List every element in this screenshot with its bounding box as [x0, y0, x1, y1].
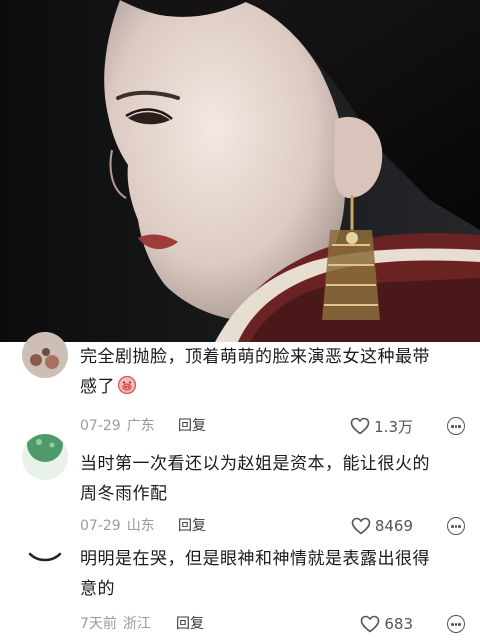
comment-text-line: 明明是在哭，但是眼神和神情就是表露出很得: [80, 549, 430, 569]
pig-face-emoji-icon: [117, 375, 137, 395]
comment-location: 浙江: [122, 616, 151, 632]
comment-text-line: 当时第一次看还以为赵姐是资本，能让很火的: [80, 454, 430, 474]
comment-date: 7天前: [80, 616, 117, 632]
video-frame-image[interactable]: [0, 0, 480, 342]
comment-text-line: 周冬雨作配: [80, 484, 168, 504]
heart-outline-icon: [350, 417, 370, 435]
comment-text: 明明是在哭，但是眼神和神情就是表露出很得 意的: [80, 544, 465, 604]
like-count: 1.3万: [374, 417, 413, 436]
heart-outline-icon: [351, 517, 371, 535]
avatar-image: [22, 434, 68, 480]
comment-meta: 07-29 山东 回复 8469: [80, 515, 465, 537]
like-button[interactable]: 683: [360, 613, 413, 635]
more-options-icon[interactable]: [447, 615, 465, 633]
reply-button[interactable]: 回复: [178, 515, 206, 535]
comment-date: 07-29: [80, 518, 121, 534]
comment-text: 完全剧抛脸，顶着萌萌的脸来演恶女这种最带 感了: [80, 342, 465, 402]
comment-text-line: 完全剧抛脸，顶着萌萌的脸来演恶女这种最带: [80, 347, 430, 367]
reply-button[interactable]: 回复: [176, 613, 204, 633]
comment-item: 明明是在哭，但是眼神和神情就是表露出很得 意的 7天前 浙江 回复 683: [0, 536, 480, 640]
like-count: 8469: [374, 517, 413, 535]
comment-meta: 07-29 广东 回复 1.3万: [80, 415, 465, 437]
drama-still-illustration: [0, 0, 480, 342]
like-button[interactable]: 1.3万: [350, 415, 413, 437]
avatar-image: [22, 332, 68, 378]
comment-text-line: 感了: [80, 372, 465, 402]
comment-date: 07-29: [80, 418, 121, 434]
comment-location: 广东: [126, 418, 155, 434]
more-options-icon[interactable]: [447, 417, 465, 435]
like-count: 683: [384, 615, 413, 633]
more-options-icon[interactable]: [447, 517, 465, 535]
comment-text: 当时第一次看还以为赵姐是资本，能让很火的 周冬雨作配: [80, 449, 465, 509]
avatar[interactable]: [22, 434, 68, 480]
avatar-image: [22, 536, 68, 582]
comment-item: 完全剧抛脸，顶着萌萌的脸来演恶女这种最带 感了 07-29 广东 回复 1.3万: [0, 332, 480, 442]
comment-item: 当时第一次看还以为赵姐是资本，能让很火的 周冬雨作配 07-29 山东 回复 84…: [0, 434, 480, 542]
heart-outline-icon: [361, 615, 380, 633]
comment-text-line: 意的: [80, 579, 115, 599]
like-button[interactable]: 8469: [351, 515, 413, 537]
comment-meta: 7天前 浙江 回复 683: [80, 613, 465, 635]
avatar[interactable]: [22, 536, 68, 582]
reply-button[interactable]: 回复: [178, 415, 206, 435]
comment-location: 山东: [126, 518, 155, 534]
avatar[interactable]: [22, 332, 68, 378]
